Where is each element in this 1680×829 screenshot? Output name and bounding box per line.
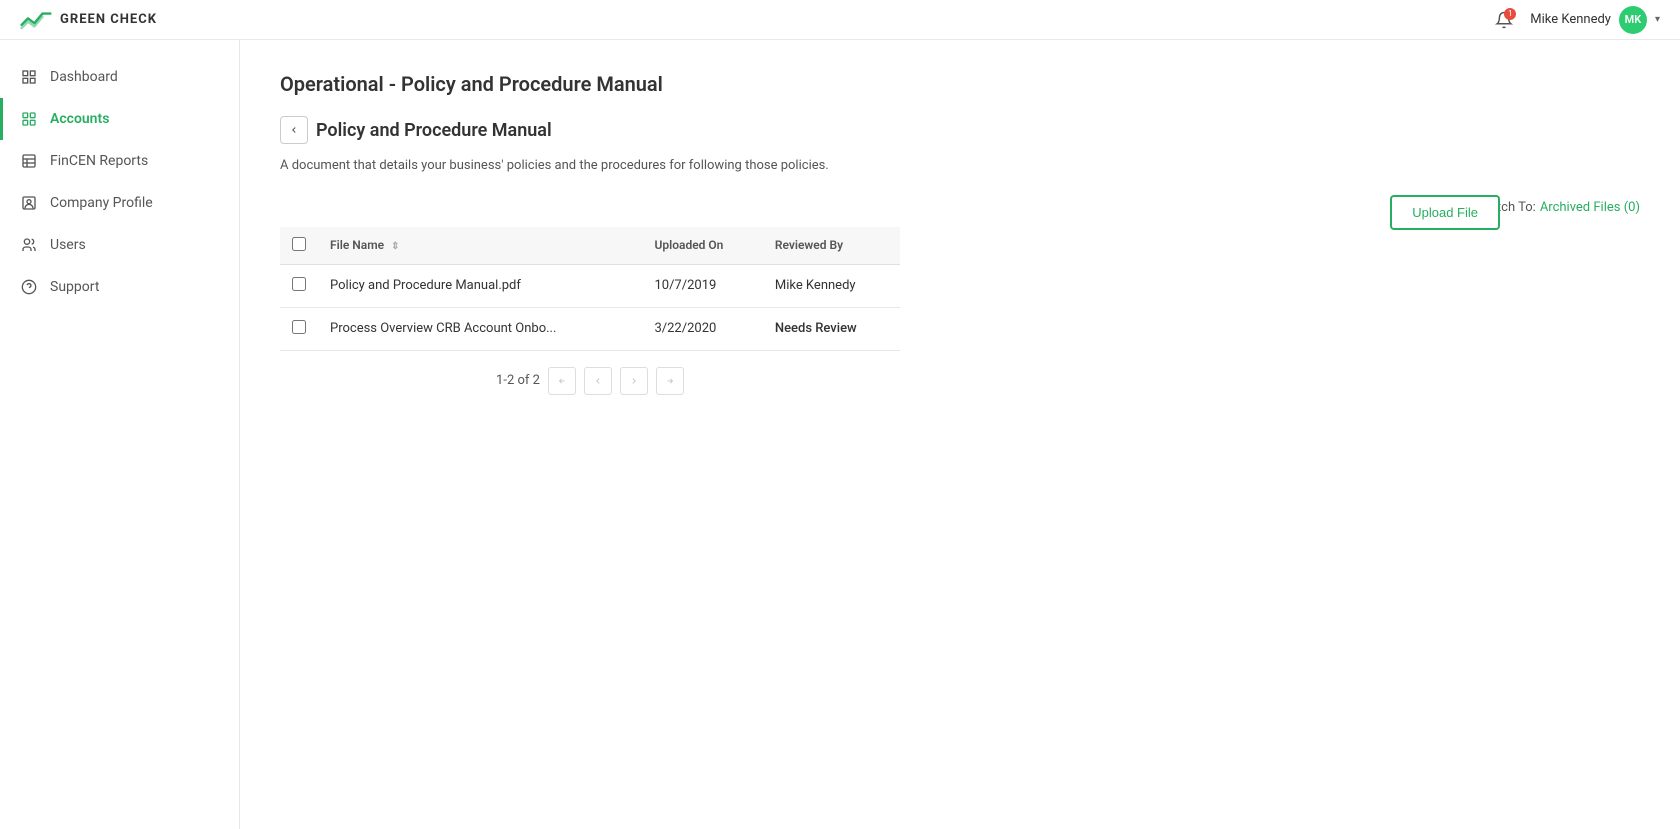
- support-icon: [20, 278, 38, 296]
- select-all-checkbox[interactable]: [292, 237, 306, 251]
- user-avatar: MK: [1619, 6, 1647, 34]
- users-icon: [20, 236, 38, 254]
- file-table: File Name ⇕ Uploaded On Reviewed By Poli…: [280, 227, 900, 351]
- sidebar-item-label: Support: [50, 279, 99, 295]
- cell-uploaded-on: 3/22/2020: [642, 307, 762, 350]
- prev-page-button[interactable]: [584, 367, 612, 395]
- sidebar-item-support[interactable]: Support: [0, 266, 239, 308]
- notification-bell[interactable]: 1: [1490, 6, 1518, 34]
- row-checkbox-0[interactable]: [292, 277, 306, 291]
- layout: Dashboard Accounts FinCEN Reports: [0, 40, 1680, 829]
- accounts-icon: [20, 110, 38, 128]
- archived-files-link[interactable]: Archived Files (0): [1540, 200, 1640, 215]
- sidebar-item-label: Dashboard: [50, 69, 118, 85]
- company-icon: [20, 194, 38, 212]
- sidebar-item-users[interactable]: Users: [0, 224, 239, 266]
- page-title: Operational - Policy and Procedure Manua…: [280, 72, 1640, 96]
- header-right: 1 Mike Kennedy MK ▾: [1490, 6, 1660, 34]
- sidebar-item-fincen[interactable]: FinCEN Reports: [0, 140, 239, 182]
- cell-reviewed-by: Mike Kennedy: [763, 264, 900, 307]
- table-row: Process Overview CRB Account Onbo...3/22…: [280, 307, 900, 350]
- pagination: 1-2 of 2: [280, 367, 900, 395]
- pagination-info: 1-2 of 2: [496, 373, 540, 388]
- first-page-button[interactable]: [548, 367, 576, 395]
- last-page-button[interactable]: [656, 367, 684, 395]
- col-file-name: File Name ⇕: [318, 227, 642, 265]
- back-button[interactable]: [280, 116, 308, 144]
- upload-file-button[interactable]: Upload File: [1390, 195, 1500, 230]
- sidebar-item-company-profile[interactable]: Company Profile: [0, 182, 239, 224]
- next-page-icon: [629, 376, 639, 386]
- select-all-cell: [280, 227, 318, 265]
- row-checkbox-1[interactable]: [292, 320, 306, 334]
- sidebar-item-accounts[interactable]: Accounts: [0, 98, 239, 140]
- user-info[interactable]: Mike Kennedy MK ▾: [1530, 6, 1660, 34]
- first-page-icon: [557, 376, 567, 386]
- cell-uploaded-on: 10/7/2019: [642, 264, 762, 307]
- fincen-icon: [20, 152, 38, 170]
- sidebar-item-label: Accounts: [50, 111, 109, 127]
- back-chevron-icon: [289, 125, 299, 135]
- doc-header: Policy and Procedure Manual: [280, 116, 1640, 144]
- next-page-button[interactable]: [620, 367, 648, 395]
- doc-description: A document that details your business' p…: [280, 156, 880, 176]
- sort-icon: ⇕: [391, 241, 399, 252]
- col-uploaded-on: Uploaded On: [642, 227, 762, 265]
- doc-title: Policy and Procedure Manual: [316, 120, 552, 141]
- chevron-down-icon: ▾: [1655, 14, 1660, 25]
- sidebar-item-label: Users: [50, 237, 86, 253]
- sidebar: Dashboard Accounts FinCEN Reports: [0, 40, 240, 829]
- table-header-row: File Name ⇕ Uploaded On Reviewed By: [280, 227, 900, 265]
- row-checkbox-cell: [280, 264, 318, 307]
- row-checkbox-cell: [280, 307, 318, 350]
- user-name: Mike Kennedy: [1530, 12, 1611, 27]
- notification-badge: 1: [1504, 8, 1516, 20]
- last-page-icon: [665, 376, 675, 386]
- col-reviewed-by: Reviewed By: [763, 227, 900, 265]
- cell-reviewed-by: Needs Review: [763, 307, 900, 350]
- logo-text: GREEN CHECK: [60, 12, 157, 27]
- cell-file-name: Process Overview CRB Account Onbo...: [318, 307, 642, 350]
- logo: GREEN CHECK: [20, 10, 157, 30]
- header: GREEN CHECK 1 Mike Kennedy MK ▾: [0, 0, 1680, 40]
- prev-page-icon: [593, 376, 603, 386]
- sidebar-item-dashboard[interactable]: Dashboard: [0, 56, 239, 98]
- logo-icon: [20, 10, 52, 30]
- dashboard-icon: [20, 68, 38, 86]
- table-row: Policy and Procedure Manual.pdf10/7/2019…: [280, 264, 900, 307]
- cell-file-name: Policy and Procedure Manual.pdf: [318, 264, 642, 307]
- sidebar-item-label: Company Profile: [50, 195, 153, 211]
- sidebar-item-label: FinCEN Reports: [50, 153, 148, 169]
- main-content: Upload File Operational - Policy and Pro…: [240, 40, 1680, 829]
